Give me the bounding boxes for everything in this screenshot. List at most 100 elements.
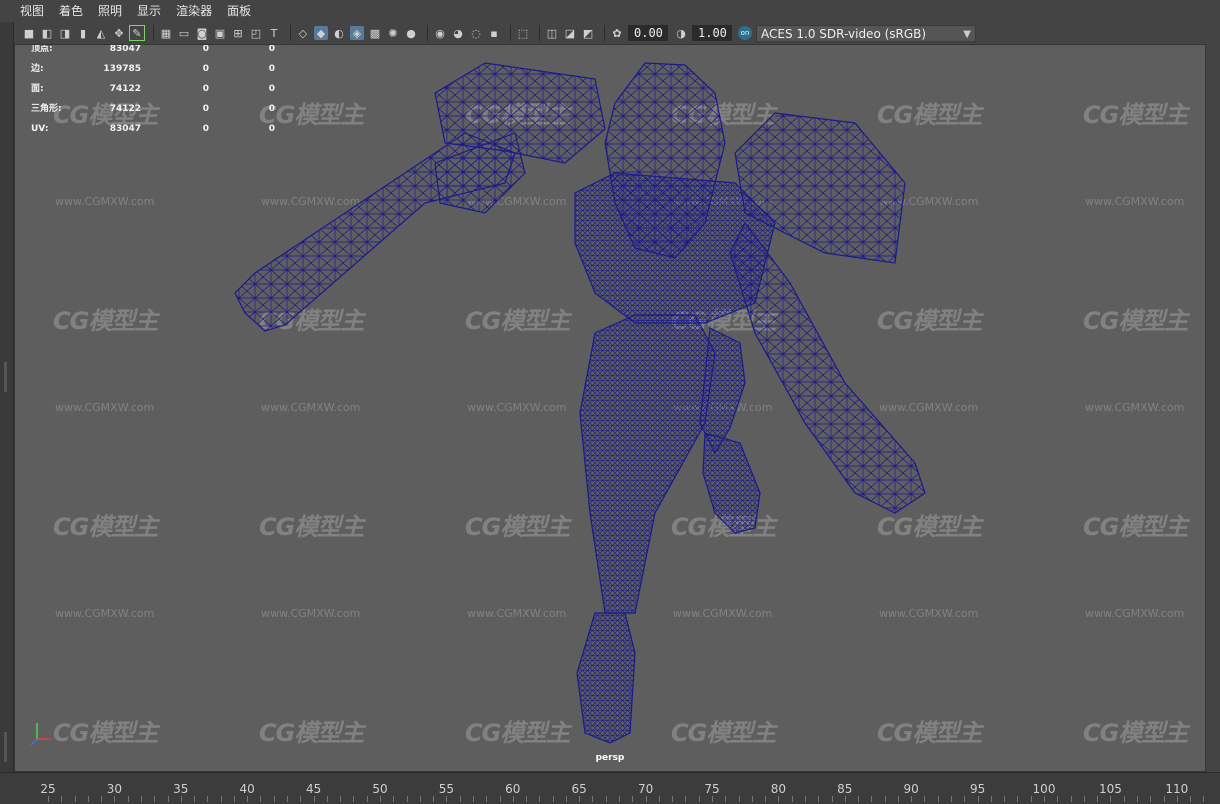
timeline-tick [446,796,447,802]
menu-panels[interactable]: 面板 [227,0,251,22]
grid-icon[interactable]: ▦ [159,26,173,40]
wireframe-icon[interactable]: ◇ [296,26,310,40]
camera-select-icon[interactable]: ■ [22,26,36,40]
bookmark-icon[interactable]: ▮ [76,26,90,40]
motion-blur-icon[interactable]: ◕ [451,26,465,40]
wireframe-on-shaded-icon[interactable]: ◈ [350,26,364,40]
timeline-tick [1097,796,1098,802]
timeline-tick [606,796,607,802]
menu-bar: 视图 着色 照明 显示 渲染器 面板 [0,0,1220,22]
lights-icon[interactable]: ✺ [386,26,400,40]
timeline-frame-label: 90 [903,782,919,796]
timeline-tick [1044,796,1045,802]
timeline-frame-label: 55 [438,782,455,796]
xray-joints-icon[interactable]: ◪ [563,26,577,40]
timeline-frame-label: 45 [305,782,322,796]
hud-row-triangles: 三角形: 74122 0 0 [31,104,275,114]
timeline-tick [659,796,660,802]
resolution-gate-icon[interactable]: ◙ [195,26,209,40]
menu-lighting[interactable]: 照明 [98,0,122,22]
timeline-frame-label: 65 [571,782,587,796]
timeline-tick [725,796,726,802]
menu-shading[interactable]: 着色 [59,0,83,22]
timeline-frame-label: 100 [1032,782,1056,796]
gamma-icon[interactable]: ◑ [674,26,688,40]
timeline-tick [393,796,394,802]
colorspace-value: ACES 1.0 SDR-video (sRGB) [761,26,927,41]
textured-icon[interactable]: ▩ [368,26,382,40]
timeline-tick [818,796,819,802]
xray-icon[interactable]: ◫ [545,26,559,40]
timeline-frame-label: 95 [969,782,986,796]
toolbar-separator [539,25,540,41]
wireframe-model[interactable] [215,53,935,753]
xray-active-icon[interactable]: ◩ [581,26,595,40]
depth-of-field-icon[interactable]: ▪ [487,26,501,40]
watermark-url: www.CGMXW.com [1085,195,1185,208]
dock-handle[interactable] [4,362,7,392]
timeline-tick [194,796,195,802]
camera-attr-icon[interactable]: ◨ [58,26,72,40]
timeline-frame-label: 40 [239,782,255,796]
watermark-logo: CG模型主 [1083,719,1188,747]
timeline-tick [858,796,859,802]
timeline-tick [300,796,301,802]
viewport-panel[interactable]: CG模型主 CG模型主 CG模型主 CG模型主 CG模型主 CG模型主 CG模型主 CG模型主… [14,44,1206,772]
2d-pan-icon[interactable]: ✥ [112,26,126,40]
grease-pencil-icon[interactable]: ✎ [129,25,145,41]
timeline-tick [141,796,142,802]
timeline-tick [938,796,939,802]
isolate-select-icon[interactable]: ⬚ [516,26,530,40]
torso-mesh [574,172,776,324]
anti-alias-icon[interactable]: ◌ [469,26,483,40]
dock-handle[interactable] [4,732,7,762]
safe-action-icon[interactable]: ◰ [249,26,263,40]
timeline-frame-label: 30 [106,782,123,796]
time-slider[interactable]: 25 30 35 40 45 50 55 60 65 70 75 80 85 90 95 100 105 110 [0,772,1220,804]
screen-space-ao-icon[interactable]: ◉ [433,26,447,40]
field-chart-icon[interactable]: ⊞ [231,26,245,40]
timeline-tick [61,796,62,802]
timeline-tick [1004,796,1005,802]
timeline-tick [1203,796,1204,802]
shade-default-icon[interactable]: ◐ [332,26,346,40]
gate-mask-icon[interactable]: ▣ [213,26,227,40]
safe-title-icon[interactable]: T [267,26,281,40]
timeline-tick [526,796,527,802]
timeline-tick [1071,796,1072,802]
timeline-tick [832,796,833,802]
timeline-tick [274,796,275,802]
camera-lock-icon[interactable]: ◧ [40,26,54,40]
timeline-tick [168,796,169,802]
watermark-logo: CG模型主 [1083,307,1188,335]
menu-show[interactable]: 显示 [137,0,161,22]
left-leg-mesh [579,314,716,614]
image-plane-icon[interactable]: ◭ [94,26,108,40]
color-management-icon[interactable]: on [738,26,752,40]
exposure-field[interactable]: 0.00 [628,25,668,41]
hud-row-uvs: UV: 83047 0 0 [31,124,275,134]
hud-row-faces: 面: 74122 0 0 [31,84,275,94]
timeline-tick [340,796,341,802]
exposure-icon[interactable]: ✿ [610,26,624,40]
smooth-shade-icon[interactable]: ◆ [314,26,328,40]
timeline-tick [845,796,846,802]
timeline-tick [247,796,248,802]
timeline-frame-label: 105 [1098,782,1122,796]
timeline-tick [539,796,540,802]
right-edge [1206,44,1220,772]
film-gate-icon[interactable]: ▭ [177,26,191,40]
menu-view[interactable]: 视图 [20,0,44,22]
left-dock-strip [0,22,14,772]
shadows-icon[interactable]: ● [404,26,418,40]
timeline-tick [1057,796,1058,802]
left-foot-mesh [576,612,636,744]
menu-renderer[interactable]: 渲染器 [176,0,212,22]
right-foot-mesh [702,432,761,534]
colorspace-dropdown[interactable]: ACES 1.0 SDR-video (sRGB) ▼ [756,24,976,42]
timeline-tick [1031,796,1032,802]
timeline-tick [1190,796,1191,802]
gamma-field[interactable]: 1.00 [692,25,732,41]
timeline-tick [407,796,408,802]
timeline-tick [500,796,501,802]
